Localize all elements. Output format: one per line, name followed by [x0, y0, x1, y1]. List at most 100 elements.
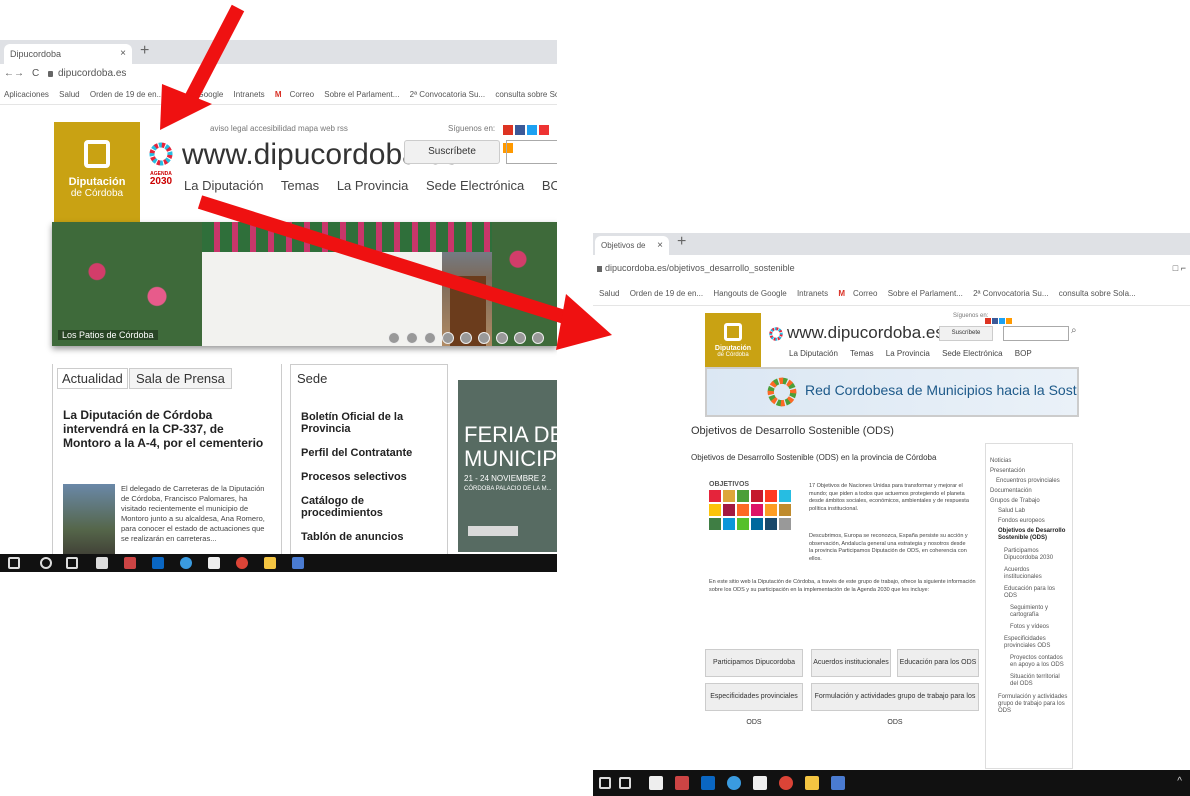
nav-item-bop[interactable]: BOP: [542, 178, 557, 193]
pager-dot[interactable]: [514, 332, 526, 344]
bookmark-item[interactable]: Sobre el Parlament...: [324, 86, 399, 104]
bookmark-item[interactable]: 2ª Convocatoria Su...: [410, 86, 485, 104]
bookmark-item[interactable]: Hangouts de Google: [713, 285, 786, 303]
edge-icon[interactable]: [180, 557, 192, 569]
bookmark-item[interactable]: Sobre el Parlament...: [888, 285, 963, 303]
search-icon[interactable]: [40, 557, 52, 569]
rss-icon[interactable]: [1006, 318, 1012, 324]
side-menu-item[interactable]: Fondos europeos: [998, 518, 1068, 525]
nav-item-temas[interactable]: Temas: [850, 349, 874, 358]
side-menu-item[interactable]: Participamos Dipucordoba 2030: [1004, 548, 1068, 562]
linkedin-icon[interactable]: [152, 557, 164, 569]
button-acuerdos[interactable]: Acuerdos institucionales: [811, 649, 891, 677]
windows-icon[interactable]: [8, 557, 20, 569]
side-menu-item[interactable]: Especificidades provinciales ODS: [1004, 636, 1068, 650]
right-new-tab-button[interactable]: +: [677, 233, 686, 251]
button-especificidades[interactable]: Especificidades provinciales ODS: [705, 683, 803, 726]
side-menu-item[interactable]: Proyectos contados en apoyo a los ODS: [1010, 655, 1068, 669]
pager-dot[interactable]: [460, 332, 472, 344]
bookmark-item[interactable]: Aplicaciones: [4, 86, 49, 104]
nav-item-temas[interactable]: Temas: [281, 178, 319, 193]
twitter-icon[interactable]: [999, 318, 1005, 324]
left-hero-banner[interactable]: Los Patios de Córdoba: [52, 222, 557, 346]
side-menu-item[interactable]: Acuerdos institucionales: [1004, 567, 1068, 581]
bookmark-item[interactable]: Salud: [599, 285, 619, 303]
side-menu-item[interactable]: Situación territorial del ODS: [1010, 674, 1068, 688]
left-reload-icon[interactable]: C: [32, 68, 39, 79]
right-site-url[interactable]: www.dipucordoba.es: [787, 323, 944, 343]
mail-icon[interactable]: [124, 557, 136, 569]
right-tab-close-icon[interactable]: ×: [657, 236, 663, 255]
tray-chevron-icon[interactable]: ^: [1177, 776, 1182, 787]
document-icon[interactable]: [831, 776, 845, 790]
file-icon[interactable]: [208, 557, 220, 569]
side-menu-item[interactable]: Seguimiento y cartografía: [1010, 605, 1068, 619]
news-headline[interactable]: La Diputación de Córdoba intervendrá en …: [63, 408, 273, 450]
mail-icon[interactable]: [675, 776, 689, 790]
side-menu-item[interactable]: Educación para los ODS: [1004, 586, 1068, 600]
right-search-input[interactable]: [1003, 326, 1069, 341]
edge-icon[interactable]: [727, 776, 741, 790]
task-view-icon[interactable]: [619, 777, 631, 789]
nav-item-la-diputacion[interactable]: La Diputación: [184, 178, 264, 193]
left-search-input[interactable]: [506, 140, 557, 164]
bookmark-item[interactable]: Correo: [290, 86, 314, 104]
left-browser-tab[interactable]: Dipucordoba ×: [4, 44, 132, 64]
pager-dot[interactable]: [424, 332, 436, 344]
facebook-icon[interactable]: [992, 318, 998, 324]
left-diputacion-logo[interactable]: Diputación de Córdoba: [54, 122, 140, 226]
tab-actualidad[interactable]: Actualidad: [57, 368, 128, 389]
left-tab-close-icon[interactable]: ×: [120, 44, 126, 64]
side-menu-item[interactable]: Fotos y vídeos: [1010, 624, 1068, 631]
pager-dot[interactable]: [442, 332, 454, 344]
left-top-links[interactable]: aviso legal accesibilidad mapa web rss: [210, 124, 348, 133]
nav-item-sede-electronica[interactable]: Sede Electrónica: [426, 178, 524, 193]
file-icon[interactable]: [753, 776, 767, 790]
chrome-icon[interactable]: [779, 776, 793, 790]
bookmark-item[interactable]: 2ª Convocatoria Su...: [973, 285, 1048, 303]
windows-icon[interactable]: [599, 777, 611, 789]
bookmark-item[interactable]: consulta sobre Sol...: [495, 86, 557, 104]
side-menu-item-active[interactable]: Objetivos de Desarrollo Sostenible (ODS): [998, 528, 1068, 542]
folder-icon[interactable]: [264, 557, 276, 569]
right-agenda-wheel-icon[interactable]: [769, 327, 783, 341]
ods-grid-image[interactable]: OBJETIVOS: [709, 481, 795, 557]
right-search-icon[interactable]: ⌕: [1071, 325, 1077, 336]
left-back-icon[interactable]: ←: [4, 68, 14, 79]
side-menu-item[interactable]: Encuentros provinciales: [996, 478, 1068, 485]
sede-link[interactable]: Tablón de anuncios: [301, 531, 445, 543]
bookmark-item[interactable]: Intranets: [234, 86, 265, 104]
agenda-2030-logo[interactable]: AGENDA 2030: [146, 142, 176, 187]
nav-item-la-provincia[interactable]: La Provincia: [337, 178, 409, 193]
left-new-tab-button[interactable]: +: [140, 42, 149, 60]
store-icon[interactable]: [649, 776, 663, 790]
sede-link[interactable]: Procesos selectivos: [301, 471, 445, 483]
bookmark-item[interactable]: Correo: [853, 285, 877, 303]
right-subscribe-button[interactable]: Suscríbete: [939, 326, 993, 341]
nav-item-la-diputacion[interactable]: La Diputación: [789, 349, 838, 358]
left-subscribe-button[interactable]: Suscríbete: [404, 140, 500, 164]
side-menu-item[interactable]: Noticias: [990, 458, 1068, 465]
bookmark-item[interactable]: ...s de Google: [173, 86, 223, 104]
pager-dot[interactable]: [388, 332, 400, 344]
bookmark-item[interactable]: consulta sobre Sola...: [1059, 285, 1136, 303]
nav-item-la-provincia[interactable]: La Provincia: [886, 349, 930, 358]
right-browser-tab[interactable]: Objetivos de De... ×: [595, 236, 669, 269]
task-view-icon[interactable]: [66, 557, 78, 569]
button-formulacion[interactable]: Formulación y actividades grupo de traba…: [811, 683, 979, 726]
feria-banner[interactable]: FERIA DE LO MUNICIPIO 21 - 24 NOVIEMBRE …: [458, 380, 557, 552]
pager-dot[interactable]: [496, 332, 508, 344]
side-menu-item[interactable]: Presentación: [990, 468, 1068, 475]
facebook-icon[interactable]: [515, 125, 525, 135]
side-menu-item[interactable]: Formulación y actividades grupo de traba…: [998, 694, 1068, 715]
sede-link[interactable]: Catálogo de procedimientos: [301, 495, 445, 519]
bookmark-item[interactable]: Salud: [59, 86, 79, 104]
news-photo[interactable]: [63, 484, 115, 560]
right-window-controls[interactable]: □ ⌐: [1173, 263, 1186, 273]
bookmark-item[interactable]: Intranets: [797, 285, 828, 303]
youtube-icon[interactable]: [985, 318, 991, 324]
button-participamos[interactable]: Participamos Dipucordoba 2030: [705, 649, 803, 692]
folder-icon[interactable]: [805, 776, 819, 790]
button-educacion[interactable]: Educación para los ODS: [897, 649, 979, 677]
flickr-icon[interactable]: [539, 125, 549, 135]
